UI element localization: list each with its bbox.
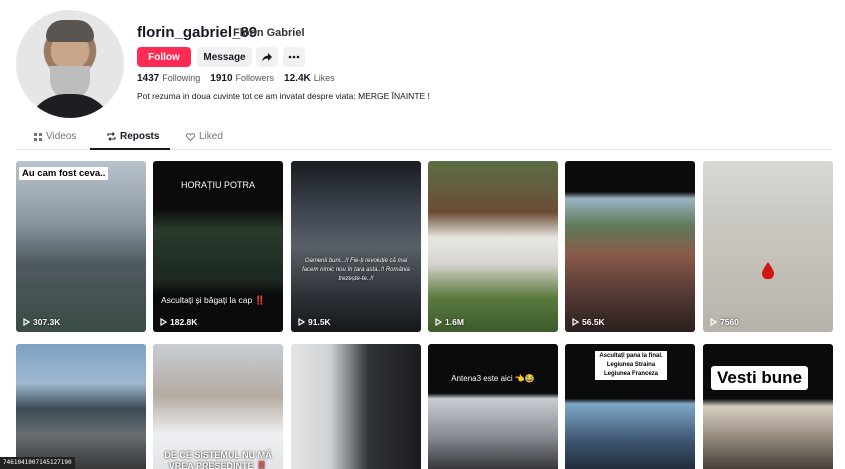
message-button[interactable]: Message <box>197 47 252 67</box>
profile-nickname: Florin Gabriel <box>233 27 305 39</box>
video-caption-secondary: Ascultați și băgați la cap ‼️ <box>161 295 266 305</box>
blood-drop-icon <box>762 262 774 279</box>
video-card[interactable]: 1.6M <box>428 161 558 332</box>
video-card[interactable]: 56.5K <box>565 161 695 332</box>
video-card[interactable]: HORAȚIU POTRA Ascultați și băgați la cap… <box>153 161 283 332</box>
video-card[interactable] <box>291 344 421 469</box>
tab-reposts[interactable]: Reposts <box>107 131 159 142</box>
video-caption: Au cam fost ceva.. <box>19 167 109 180</box>
more-options-button[interactable] <box>283 47 305 67</box>
video-card[interactable]: Oamenii buni...!! Fie-ți revoluție că ma… <box>291 161 421 332</box>
video-card[interactable]: Antena3 este aici 👈😂 <box>428 344 558 469</box>
video-id-overlay: 7461041007145127190 <box>0 457 75 469</box>
video-card[interactable]: 7560 <box>703 161 833 332</box>
heart-icon <box>186 132 195 141</box>
play-icon <box>23 318 30 326</box>
followers-stat[interactable]: 1910 Followers <box>210 73 274 84</box>
play-icon <box>572 318 579 326</box>
tab-liked[interactable]: Liked <box>186 131 223 142</box>
video-caption: Vesti bune <box>711 366 809 390</box>
following-stat[interactable]: 1437 Following <box>137 73 200 84</box>
share-button[interactable] <box>256 47 278 67</box>
tab-videos[interactable]: Videos <box>34 131 76 142</box>
view-count: 182.8K <box>160 317 197 327</box>
video-caption: HORAȚIU POTRA <box>180 180 255 190</box>
video-card[interactable]: Au cam fost ceva.. 307.3K <box>16 161 146 332</box>
play-icon <box>298 318 305 326</box>
play-icon <box>435 318 442 326</box>
grid-icon <box>34 132 42 141</box>
view-count: 307.3K <box>23 317 60 327</box>
profile-bio: Pot rezuma in doua cuvinte tot ce am inv… <box>137 91 430 101</box>
profile-tabs: Videos Reposts Liked <box>16 128 831 150</box>
video-caption: Antena3 este aici 👈😂 <box>451 374 535 383</box>
view-count: 1.6M <box>435 317 464 327</box>
follow-button[interactable]: Follow <box>137 47 191 67</box>
likes-stat: 12.4K Likes <box>284 73 335 84</box>
more-icon <box>288 55 300 59</box>
video-caption: Oamenii buni...!! Fie-ți revoluție că ma… <box>302 258 410 282</box>
repost-icon <box>107 132 116 141</box>
play-icon <box>160 318 167 326</box>
view-count: 91.5K <box>298 317 331 327</box>
video-card[interactable]: DE CE SISTEMUL NU MĂ VREA PREȘEDINTE ‼️ <box>153 344 283 469</box>
video-card[interactable] <box>16 344 146 469</box>
video-caption: DE CE SISTEMUL NU MĂ VREA PREȘEDINTE ‼️ <box>164 450 272 469</box>
profile-stats: 1437 Following 1910 Followers 12.4K Likes <box>137 73 335 84</box>
video-card[interactable]: Ascultați pana la final. Legiunea Strain… <box>565 344 695 469</box>
view-count: 7560 <box>710 317 739 327</box>
active-tab-indicator <box>90 148 170 150</box>
profile-avatar <box>16 10 124 118</box>
play-icon <box>710 318 717 326</box>
video-card[interactable]: Vesti bune <box>703 344 833 469</box>
share-icon <box>262 53 272 62</box>
video-caption: Ascultați pana la final. Legiunea Strain… <box>595 351 667 380</box>
view-count: 56.5K <box>572 317 605 327</box>
